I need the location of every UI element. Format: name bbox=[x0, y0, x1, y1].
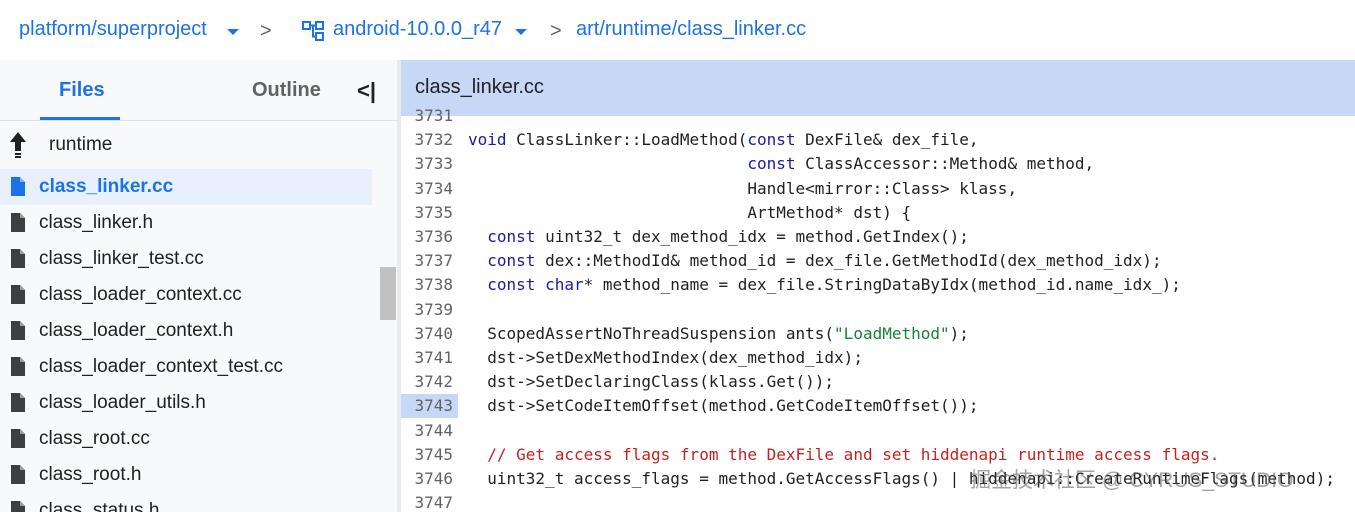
code-line: 3732 void ClassLinker::LoadMethod(const D… bbox=[401, 128, 1355, 152]
line-number[interactable]: 3738 bbox=[401, 273, 458, 297]
line-number[interactable]: 3747 bbox=[401, 491, 458, 512]
line-number[interactable]: 3745 bbox=[401, 443, 458, 467]
code-line: 3744 bbox=[401, 419, 1355, 443]
file-item-class-root-cc[interactable]: class_root.cc bbox=[0, 421, 372, 457]
line-text: dst->SetCodeItemOffset(method.GetCodeIte… bbox=[468, 396, 979, 416]
file-item-class-linker-cc[interactable]: class_linker.cc bbox=[0, 169, 372, 205]
line-text: const dex::MethodId& method_id = dex_fil… bbox=[487, 251, 1162, 271]
file-title: class_linker.cc bbox=[415, 76, 544, 98]
watermark: 掘金技术社区 @ CYRUS_STUDIO bbox=[970, 469, 1294, 492]
sidebar-tabs: Files Outline <| bbox=[0, 60, 397, 121]
file-sidebar: Files Outline <| runtime class_linker.cc… bbox=[0, 60, 397, 512]
file-item-label: class_root.cc bbox=[39, 428, 150, 449]
code-viewer: class_linker.cc 3731 3732 void ClassLinker… bbox=[401, 60, 1355, 512]
file-item-class-root-h[interactable]: class_root.h bbox=[0, 457, 372, 493]
file-item-label: class_linker.h bbox=[39, 212, 154, 233]
file-item-label: class_status.h bbox=[39, 500, 160, 512]
file-icon bbox=[11, 501, 25, 512]
file-item-class-linker-h[interactable]: class_linker.h bbox=[0, 205, 372, 241]
file-item-class-loader-context-cc[interactable]: class_loader_context.cc bbox=[0, 277, 372, 313]
line-number[interactable]: 3734 bbox=[401, 177, 458, 201]
code-line: 3733 const ClassAccessor::Method& method… bbox=[401, 152, 1355, 176]
code-line: 3737 const dex::MethodId& method_id = de… bbox=[401, 249, 1355, 273]
file-item-class-linker-test-cc[interactable]: class_linker_test.cc bbox=[0, 241, 372, 277]
file-item-label: class_linker_test.cc bbox=[39, 248, 204, 269]
file-item-class-status-h[interactable]: class_status.h bbox=[0, 493, 372, 512]
file-item-label: class_loader_context.cc bbox=[39, 284, 242, 305]
file-icon bbox=[11, 177, 25, 196]
project-dropdown-icon[interactable] bbox=[227, 29, 239, 35]
code-line: 3747 bbox=[401, 491, 1355, 512]
line-text: const char* method_name = dex_file.Strin… bbox=[487, 275, 1181, 295]
line-number[interactable]: 3743 bbox=[401, 394, 458, 419]
code-line: 3743 dst->SetCodeItemOffset(method.GetCo… bbox=[401, 394, 1355, 419]
line-number[interactable]: 3744 bbox=[401, 419, 458, 443]
file-icon bbox=[11, 249, 25, 268]
tab-files-indicator bbox=[40, 117, 120, 120]
code-line: 3738 const char* method_name = dex_file.… bbox=[401, 273, 1355, 297]
code-line: 3739 bbox=[401, 298, 1355, 322]
line-number[interactable]: 3746 bbox=[401, 467, 458, 491]
line-number[interactable]: 3741 bbox=[401, 346, 458, 370]
branch-dropdown-icon[interactable] bbox=[515, 29, 527, 35]
file-icon bbox=[11, 285, 25, 304]
code-line: 3731 bbox=[401, 104, 1355, 128]
code-line: 3741 dst->SetDexMethodIndex(dex_method_i… bbox=[401, 346, 1355, 370]
code-line: 3740 ScopedAssertNoThreadSuspension ants… bbox=[401, 322, 1355, 346]
tab-files[interactable]: Files bbox=[59, 79, 105, 102]
line-number[interactable]: 3737 bbox=[401, 249, 458, 273]
line-text: const ClassAccessor::Method& method, bbox=[747, 154, 1095, 174]
line-number[interactable]: 3740 bbox=[401, 322, 458, 346]
branch-icon bbox=[302, 21, 324, 41]
breadcrumb-separator-1: > bbox=[260, 20, 272, 42]
line-number[interactable]: 3733 bbox=[401, 152, 458, 176]
line-number[interactable]: 3736 bbox=[401, 225, 458, 249]
file-icon bbox=[11, 393, 25, 412]
line-text: dst->SetDexMethodIndex(dex_method_idx); bbox=[468, 348, 863, 367]
file-item-class-loader-context-h[interactable]: class_loader_context.h bbox=[0, 313, 372, 349]
line-text: const uint32_t dex_method_idx = method.G… bbox=[487, 227, 969, 246]
collapse-sidebar-icon[interactable]: <| bbox=[357, 78, 376, 104]
code-line: 3736 const uint32_t dex_method_idx = met… bbox=[401, 225, 1355, 249]
file-icon bbox=[11, 213, 25, 232]
file-item-class-loader-context-test-cc[interactable]: class_loader_context_test.cc bbox=[0, 349, 372, 385]
tab-outline[interactable]: Outline bbox=[252, 79, 321, 102]
file-item-label: class_linker.cc bbox=[39, 176, 174, 197]
code-line: 3734 Handle<mirror::Class> klass, bbox=[401, 177, 1355, 201]
line-number[interactable]: 3732 bbox=[401, 128, 458, 152]
line-number[interactable]: 3742 bbox=[401, 370, 458, 394]
line-number[interactable]: 3739 bbox=[401, 298, 458, 322]
code-line: 3735 ArtMethod* dst) { bbox=[401, 201, 1355, 225]
branch-link[interactable]: android-10.0.0_r47 bbox=[333, 18, 502, 41]
file-item-label: class_loader_context_test.cc bbox=[39, 356, 283, 377]
line-number[interactable]: 3735 bbox=[401, 201, 458, 225]
project-link[interactable]: platform/superproject bbox=[19, 18, 207, 41]
line-number[interactable]: 3731 bbox=[401, 104, 458, 128]
file-item-label: class_loader_context.h bbox=[39, 320, 234, 341]
up-directory-label: runtime bbox=[49, 134, 113, 155]
line-text: dst->SetDeclaringClass(klass.Get()); bbox=[468, 372, 835, 392]
file-icon bbox=[11, 429, 25, 448]
file-icon bbox=[11, 321, 25, 340]
file-item-class-loader-utils-h[interactable]: class_loader_utils.h bbox=[0, 385, 372, 421]
line-text: ArtMethod* dst) { bbox=[468, 202, 912, 222]
code-line: 3742 dst->SetDeclaringClass(klass.Get())… bbox=[401, 370, 1355, 394]
up-directory-item[interactable]: runtime bbox=[0, 127, 372, 163]
breadcrumb: platform/superproject > android-10.0.0_r… bbox=[0, 0, 1355, 60]
line-text: ScopedAssertNoThreadSuspension ants("Loa… bbox=[468, 323, 969, 343]
up-arrow-icon bbox=[10, 132, 26, 158]
file-item-label: class_loader_utils.h bbox=[39, 392, 206, 413]
path-link[interactable]: art/runtime/class_linker.cc bbox=[576, 18, 806, 41]
file-item-label: class_root.h bbox=[39, 464, 142, 485]
line-text: void ClassLinker::LoadMethod(const DexFi… bbox=[468, 130, 979, 150]
line-text: Handle<mirror::Class> klass, bbox=[468, 178, 1018, 198]
file-icon bbox=[11, 465, 25, 484]
breadcrumb-separator-2: > bbox=[550, 20, 562, 42]
sidebar-scrollbar[interactable] bbox=[380, 267, 396, 320]
file-icon bbox=[11, 357, 25, 376]
